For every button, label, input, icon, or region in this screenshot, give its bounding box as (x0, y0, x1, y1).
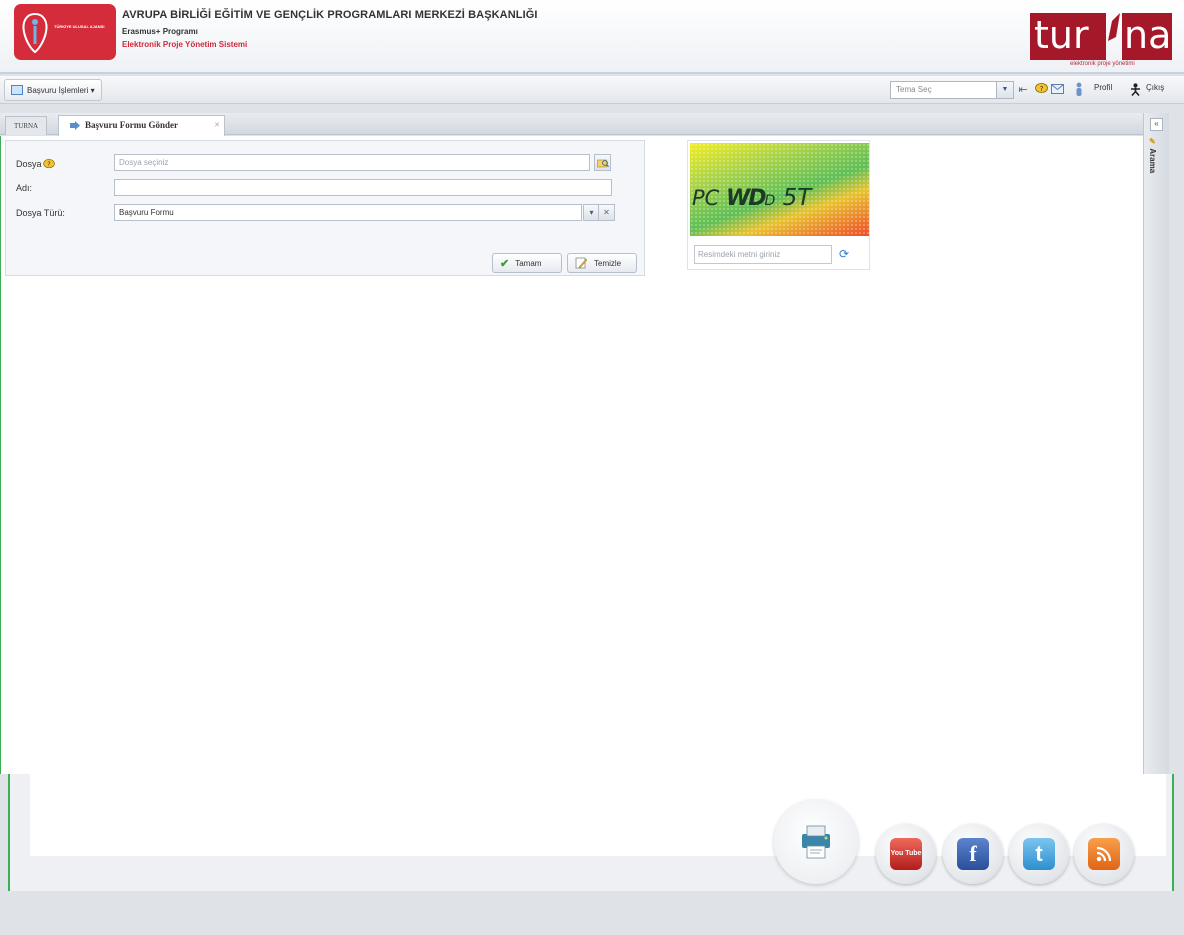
turna-tagline: elektronik proje yönetimi (1070, 61, 1135, 67)
clear-selection-icon[interactable]: ✕ (598, 204, 615, 221)
tab-strip: TURNA Başvuru Formu Gönder ✕ (0, 113, 1168, 136)
name-input[interactable] (114, 179, 612, 196)
tab-application-form-submit[interactable]: Başvuru Formu Gönder ✕ (58, 115, 225, 136)
twitter-icon: t (1023, 838, 1055, 870)
ok-button[interactable]: ✔ Tamam (492, 253, 562, 273)
header-program: Erasmus+ Programı (122, 27, 198, 36)
profile-link[interactable]: Profil (1094, 83, 1112, 92)
rss-link[interactable] (1074, 824, 1134, 884)
user-icon[interactable] (1074, 81, 1084, 97)
arrow-doc-icon (70, 121, 80, 130)
facebook-icon: f (957, 838, 989, 870)
main-content: Dosya? Dosya seçiniz Adı: Dosya Türü: Ba… (0, 136, 1143, 774)
tab-label: Başvuru Formu Gönder (85, 120, 179, 130)
file-type-select[interactable]: Başvuru Formu (114, 204, 582, 221)
check-icon: ✔ (500, 257, 510, 270)
footer: You Tube f t (0, 774, 1184, 935)
turna-logo-right: na (1122, 13, 1172, 60)
file-type-label: Dosya Türü: (16, 208, 65, 218)
application-menu-button[interactable]: Başvuru İşlemleri ▾ (4, 79, 102, 101)
pin-icon[interactable]: ⇤ (1017, 81, 1029, 97)
toolbar: Başvuru İşlemleri ▾ Tema Seç ▼ ⇤ ? Profi… (0, 76, 1184, 104)
help-bubble-icon[interactable]: ? (1034, 81, 1048, 97)
tab-turna-home[interactable]: TURNA (5, 116, 48, 135)
expand-sidebar-button[interactable]: « (1150, 118, 1163, 131)
chevron-down-icon[interactable]: ▼ (996, 82, 1013, 98)
calendar-icon (11, 85, 23, 95)
footer-outer (8, 774, 1174, 891)
svg-text:?: ? (47, 160, 50, 168)
rss-icon (1088, 838, 1120, 870)
logout-link[interactable]: Çıkış (1146, 83, 1164, 92)
captcha-image: PC WDD 5T (690, 143, 869, 236)
header-system-name: Elektronik Proje Yönetim Sistemi (122, 40, 248, 49)
name-label: Adı: (16, 183, 33, 193)
turna-logo-left: tur (1030, 13, 1106, 60)
browse-file-button[interactable] (594, 154, 611, 171)
captcha-input[interactable]: Resimdeki metni giriniz (694, 245, 832, 264)
close-icon[interactable]: ✕ (214, 116, 220, 135)
refresh-icon[interactable]: ⟳ (836, 245, 852, 263)
agency-logo[interactable]: TÜRKİYE ULUSAL AJANSI (14, 4, 116, 60)
turna-slash-icon (1108, 13, 1120, 41)
upload-form-panel: Dosya? Dosya seçiniz Adı: Dosya Türü: Ba… (5, 140, 645, 276)
theme-select-value: Tema Seç (896, 85, 932, 94)
agency-logo-text: TÜRKİYE ULUSAL AJANSI (54, 24, 105, 29)
turna-logo[interactable]: tur na (1030, 13, 1172, 60)
eraser-icon (575, 257, 588, 269)
facebook-link[interactable]: f (943, 824, 1003, 884)
captcha-panel: PC WDD 5T Resimdeki metni giriniz ⟳ (687, 140, 870, 270)
print-button[interactable] (774, 800, 858, 884)
printer-icon (802, 825, 830, 859)
app-header: TÜRKİYE ULUSAL AJANSI AVRUPA BİRLİĞİ EĞİ… (0, 0, 1184, 74)
agency-emblem-icon (22, 12, 48, 54)
file-label: Dosya? (16, 159, 55, 170)
logout-icon[interactable] (1128, 81, 1142, 97)
theme-select[interactable]: Tema Seç ▼ (890, 81, 1014, 99)
youtube-icon: You Tube (890, 838, 922, 870)
application-menu-label: Başvuru İşlemleri ▾ (27, 85, 95, 95)
help-bubble-icon: ? (42, 159, 55, 168)
header-title: AVRUPA BİRLİĞİ EĞİTİM VE GENÇLİK PROGRAM… (122, 9, 538, 21)
youtube-link[interactable]: You Tube (876, 824, 936, 884)
file-input[interactable]: Dosya seçiniz (114, 154, 590, 171)
folder-search-icon (596, 159, 609, 167)
search-icon: ✎ (1148, 137, 1157, 146)
twitter-link[interactable]: t (1009, 824, 1069, 884)
search-sidebar-label[interactable]: ✎ Arama (1148, 137, 1157, 173)
clear-button[interactable]: Temizle (567, 253, 637, 273)
svg-text:?: ? (1039, 85, 1043, 93)
search-sidebar-collapsed: « ✎ Arama (1143, 113, 1169, 774)
captcha-text: PC WDD 5T (692, 185, 812, 211)
mail-icon[interactable] (1050, 81, 1064, 97)
